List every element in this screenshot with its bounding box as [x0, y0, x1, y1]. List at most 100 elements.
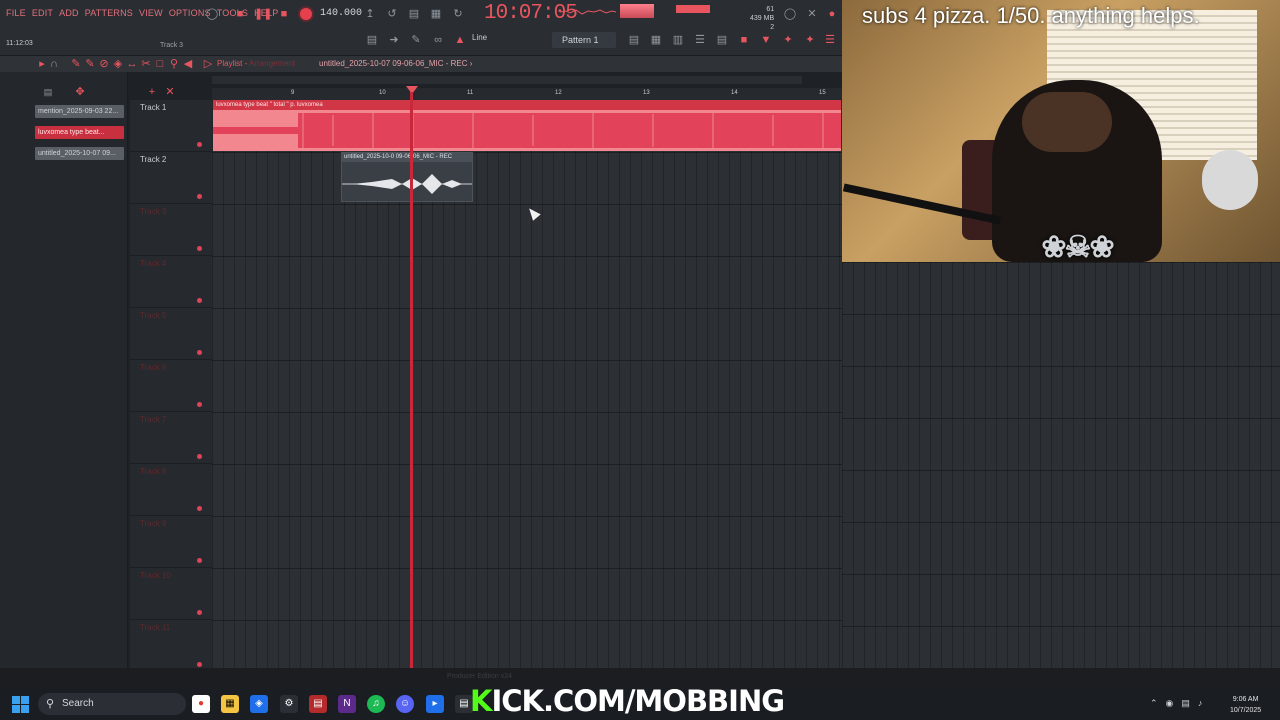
timeline-ruler[interactable]: 9 10 11 12 13 14 15 [212, 88, 842, 100]
ruler-10: 10 [379, 90, 386, 96]
picker-item-untitled[interactable]: untitled_2025-10-07 09... [35, 147, 124, 160]
clip-title: untitled_2025-10-0 09-06-06_MIC - REC [342, 153, 472, 162]
playlist-grid-extended[interactable] [842, 262, 1280, 668]
app-blue-icon[interactable]: ▸ [426, 695, 444, 713]
picker-item-mention[interactable]: mention_2025-09-03 22... [35, 105, 124, 118]
track-led[interactable] [197, 454, 202, 459]
play-arrow-icon[interactable]: ▷ [200, 56, 216, 72]
track-led[interactable] [197, 246, 202, 251]
magnet-icon[interactable]: ∩ [46, 56, 62, 72]
app-icon[interactable]: ▤ [309, 695, 327, 713]
track-led[interactable] [197, 350, 202, 355]
tray-clock[interactable]: 9:06 AM 10/7/2025 [1230, 694, 1261, 716]
song-mode-icon[interactable]: ■ [232, 6, 248, 22]
metronome-icon[interactable]: ↥ [362, 6, 378, 22]
track-header-1[interactable]: Track 1 [130, 100, 212, 152]
peak-meter [620, 4, 654, 18]
menu-file[interactable]: FILE [6, 8, 26, 18]
loop-icon[interactable]: ◯ [204, 6, 220, 22]
bell-icon[interactable]: ▲ [452, 32, 468, 48]
picker-tab-icon[interactable]: ▤ [40, 84, 56, 100]
piano-roll-icon[interactable]: ▤ [364, 32, 380, 48]
plugin-picker-icon[interactable]: ▼ [758, 32, 774, 48]
track-header-2[interactable]: Track 2 [130, 152, 212, 204]
browser-icon[interactable]: ▤ [714, 32, 730, 48]
pause-button[interactable]: ❚❚ [254, 6, 272, 22]
next-app-icon[interactable]: N [338, 695, 356, 713]
horizontal-scrollbar[interactable] [212, 76, 802, 84]
tempo-display[interactable]: 140.000 [320, 8, 362, 19]
menu-patterns[interactable]: PATTERNS [85, 8, 133, 18]
discord-icon[interactable]: ☺ [396, 695, 414, 713]
channel-rack-icon[interactable]: ▦ [648, 32, 664, 48]
taskbar-search[interactable]: ⚲ Search [38, 693, 186, 715]
ruler-13: 13 [643, 90, 650, 96]
menu-icon[interactable]: ☰ [822, 32, 838, 48]
pencil-icon[interactable]: ✎ [408, 32, 424, 48]
add-track-icon[interactable]: + [144, 84, 160, 100]
track-led[interactable] [197, 662, 202, 667]
cpu-clock: 11:12:03 [6, 40, 33, 47]
track-header-9[interactable]: Track 9 [130, 516, 212, 568]
tag-icon[interactable]: ✦ [802, 32, 818, 48]
close-icon[interactable]: ✕ [804, 6, 820, 22]
folder-icon[interactable]: ▦ [221, 695, 239, 713]
kick-banner: KICK.COM/MOBBING [470, 684, 785, 718]
spotify-icon[interactable]: ♫ [367, 695, 385, 713]
track-header-3[interactable]: Track 3 [130, 204, 212, 256]
track-header-8[interactable]: Track 8 [130, 464, 212, 516]
track-led[interactable] [197, 142, 202, 147]
menu-view[interactable]: VIEW [139, 8, 163, 18]
chrome-icon[interactable]: ● [192, 695, 210, 713]
track-header-11[interactable]: Track 11 [130, 620, 212, 672]
record-button[interactable] [298, 6, 314, 22]
track-header-10[interactable]: Track 10 [130, 568, 212, 620]
edge-icon[interactable]: ◈ [250, 695, 268, 713]
wand-icon[interactable]: ✦ [780, 32, 796, 48]
link-icon[interactable]: ∞ [430, 32, 446, 48]
snap-select[interactable]: Line [472, 33, 487, 42]
track-led[interactable] [197, 298, 202, 303]
track-led[interactable] [197, 558, 202, 563]
loop-record-icon[interactable]: ↻ [450, 6, 466, 22]
output-waveform [560, 9, 616, 15]
pattern-select[interactable]: Pattern 1 [552, 32, 616, 48]
windows-start-icon[interactable] [12, 696, 29, 713]
track-header-7[interactable]: Track 7 [130, 412, 212, 464]
track-headers: Track 1 Track 2 Track 3 Track 4 Track 5 … [130, 100, 212, 672]
settings-icon[interactable]: ⚙ [280, 695, 298, 713]
online-icon[interactable]: ◯ [782, 6, 798, 22]
picker-item-luvxomea[interactable]: luvxomea type beat... [35, 126, 124, 139]
ruler-15: 15 [819, 90, 826, 96]
menu-edit[interactable]: EDIT [32, 8, 53, 18]
mixer-icon[interactable]: ☰ [692, 32, 708, 48]
track-led[interactable] [197, 194, 202, 199]
countdown-icon[interactable]: ↺ [384, 6, 400, 22]
track-led[interactable] [197, 506, 202, 511]
track-header-4[interactable]: Track 4 [130, 256, 212, 308]
playlist-title: Playlist - Arrangement [217, 59, 296, 68]
track-header-5[interactable]: Track 5 [130, 308, 212, 360]
step-edit-icon[interactable]: ▤ [406, 6, 422, 22]
playlist-grid[interactable] [212, 100, 842, 668]
stop-button[interactable]: ■ [276, 6, 292, 22]
plugin-icon[interactable]: ■ [736, 32, 752, 48]
picker-audio-icon[interactable]: ✥ [72, 84, 88, 100]
track-led[interactable] [197, 610, 202, 615]
ruler-14: 14 [731, 90, 738, 96]
piano-icon[interactable]: ▥ [670, 32, 686, 48]
system-tray[interactable]: ⌃◉▤♪ [1150, 698, 1210, 709]
menu-add[interactable]: ADD [59, 8, 79, 18]
ruler-12: 12 [555, 90, 562, 96]
mic-icon[interactable]: ● [824, 6, 840, 22]
audio-clip-mic[interactable]: untitled_2025-10-0 09-06-06_MIC - REC [341, 152, 473, 202]
playback-tool-icon[interactable]: ◀ [180, 56, 196, 72]
arrow-right-icon[interactable]: ➜ [386, 32, 402, 48]
collapse-icon[interactable]: ✕ [162, 84, 178, 100]
track-header-6[interactable]: Track 6 [130, 360, 212, 412]
audio-clip-beat[interactable]: luvxomea type beat " total " p. luvxomea [213, 100, 841, 151]
playhead[interactable] [410, 92, 413, 668]
track-led[interactable] [197, 402, 202, 407]
blend-icon[interactable]: ▦ [428, 6, 444, 22]
playlist-icon[interactable]: ▤ [626, 32, 642, 48]
